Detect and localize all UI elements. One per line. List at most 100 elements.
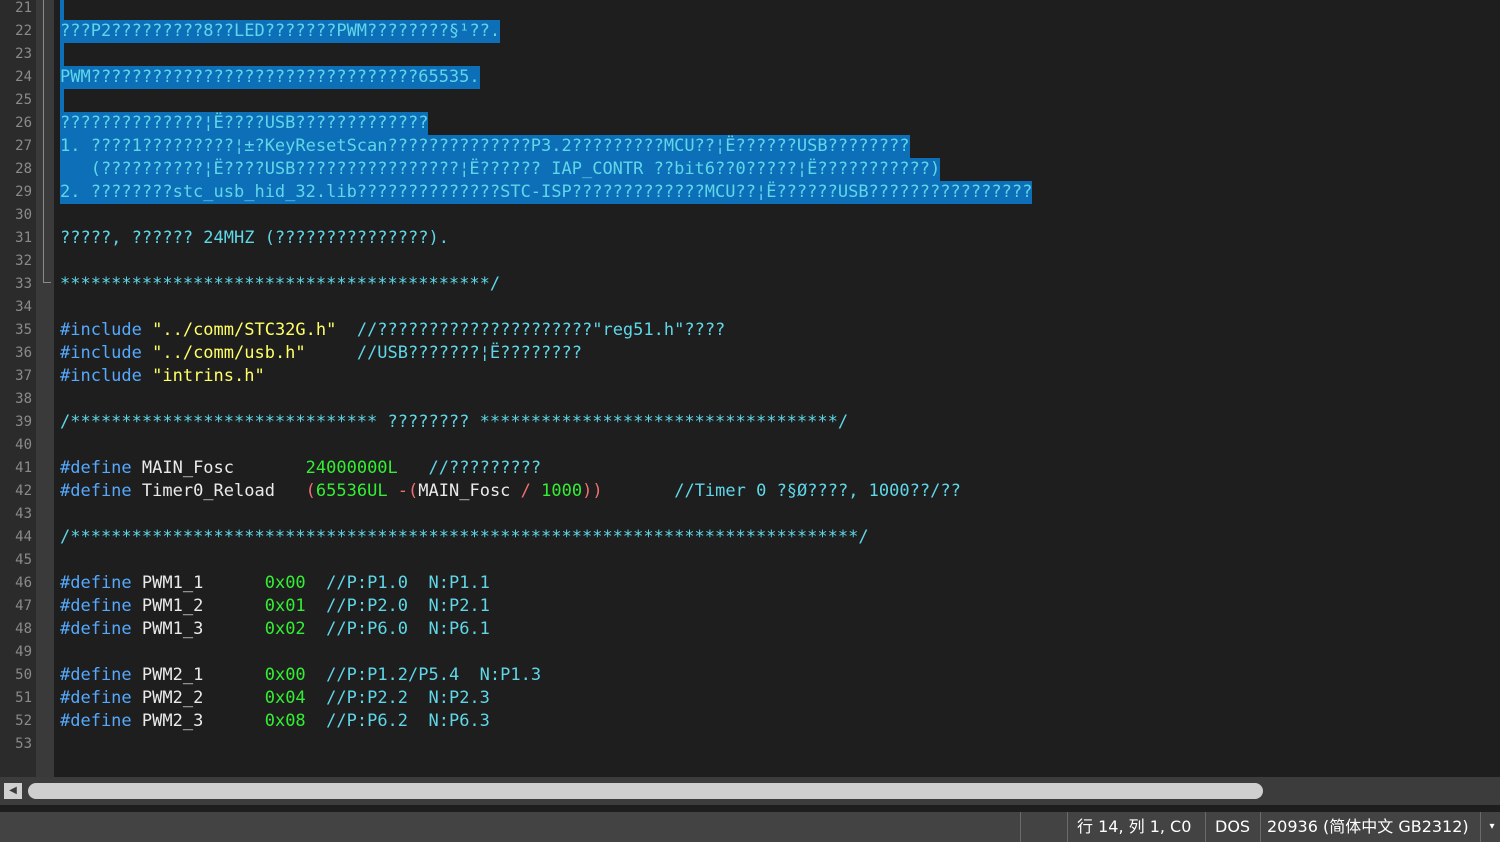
code-line[interactable]: 31 ?????, ?????? 24MHZ (???????????????). (0, 227, 1500, 250)
code-token: 0x04 (264, 688, 306, 708)
line-number: 51 (15, 690, 32, 706)
code-line[interactable]: 34 (0, 296, 1500, 319)
line-number: 39 (15, 414, 32, 430)
code-token: #define (60, 596, 142, 616)
code-line[interactable]: 26 ??????????????¦Ë????USB????????????? (0, 112, 1500, 135)
code-token: //P:P6.2 N:P6.3 (305, 711, 490, 731)
code-token: //P:P1.2/P5.4 N:P1.3 (305, 665, 542, 685)
code-text: #define MAIN_Fosc 24000000L //????????? (60, 457, 541, 480)
code-line[interactable]: 33 **************************************… (0, 273, 1500, 296)
code-token: 0x00 (264, 573, 306, 593)
line-number: 21 (15, 0, 32, 16)
code-token: 1. ????1?????????¦±?KeyResetScan????????… (60, 136, 910, 156)
code-token: #include (60, 320, 153, 340)
code-line[interactable]: 41 #define MAIN_Fosc 24000000L //????????… (0, 457, 1500, 480)
code-token: MAIN_Fosc (418, 481, 511, 501)
cursor-position[interactable]: 行 14, 列 1, C0 (1077, 812, 1191, 842)
code-line[interactable]: 51 #define PWM2_2 0x04 //P:P2.2 N:P2.3 (0, 687, 1500, 710)
code-text: ??????????????¦Ë????USB????????????? (60, 112, 429, 135)
code-line[interactable]: 32 (0, 250, 1500, 273)
code-token: ****************************************… (60, 274, 501, 294)
code-line[interactable]: 29 2. ????????stc_usb_hid_32.lib?????????… (0, 181, 1500, 204)
line-number: 34 (15, 299, 32, 315)
code-line[interactable]: 50 #define PWM2_1 0x00 //P:P1.2/P5.4 N:P1… (0, 664, 1500, 687)
code-token: #define (60, 619, 142, 639)
code-line[interactable]: 37 #include "intrins.h" (0, 365, 1500, 388)
code-line[interactable]: 36 #include "../comm/usb.h" //USB???????¦… (0, 342, 1500, 365)
selection-marker (60, 43, 64, 66)
code-token: //USB???????¦Ë???????? (305, 343, 582, 363)
code-text: #include "intrins.h" (60, 365, 265, 388)
line-ending-indicator[interactable]: DOS (1215, 812, 1250, 842)
code-text: /***************************************… (60, 526, 869, 549)
status-separator (1067, 812, 1068, 842)
code-token: ?????, ?????? 24MHZ (???????????????). (60, 228, 449, 248)
code-text: #include "../comm/STC32G.h" //??????????… (60, 319, 725, 342)
code-editor[interactable]: 21 22 ???P2?????????8??LED???????PWM??????… (0, 0, 1500, 777)
line-number: 29 (15, 184, 32, 200)
code-text: 2. ????????stc_usb_hid_32.lib???????????… (60, 181, 1033, 204)
code-line[interactable]: 22 ???P2?????????8??LED???????PWM????????… (0, 20, 1500, 43)
code-line[interactable]: 44 /*************************************… (0, 526, 1500, 549)
code-text: #define PWM1_2 0x01 //P:P2.0 N:P2.1 (60, 595, 490, 618)
line-number: 22 (15, 23, 32, 39)
line-number: 31 (15, 230, 32, 246)
code-line[interactable]: 25 (0, 89, 1500, 112)
code-token: #define (60, 688, 142, 708)
code-token: Timer0_Reload (141, 481, 306, 501)
code-token: )) (582, 481, 603, 501)
code-line[interactable]: 47 #define PWM1_2 0x01 //P:P2.0 N:P2.1 (0, 595, 1500, 618)
code-text: #include "../comm/usb.h" //USB???????¦Ë?… (60, 342, 582, 365)
line-number: 36 (15, 345, 32, 361)
line-number: 53 (15, 736, 32, 752)
code-line[interactable]: 30 (0, 204, 1500, 227)
encoding-indicator[interactable]: 20936 (简体中文 GB2312) (1267, 812, 1469, 842)
code-token: PWM1_2 (141, 596, 265, 616)
line-number: 44 (15, 529, 32, 545)
chevron-down-icon[interactable]: ▾ (1484, 812, 1500, 842)
line-number: 40 (15, 437, 32, 453)
code-token: "intrins.h" (152, 366, 265, 386)
code-token: 1000 (541, 481, 583, 501)
code-token: #include (60, 343, 153, 363)
code-line[interactable]: 40 (0, 434, 1500, 457)
code-line[interactable]: 24 PWM????????????????????????????????655… (0, 66, 1500, 89)
code-line[interactable]: 21 (0, 0, 1500, 20)
code-token: #define (60, 711, 142, 731)
code-text: ???P2?????????8??LED???????PWM????????§¹… (60, 20, 501, 43)
code-line[interactable]: 45 (0, 549, 1500, 572)
code-line[interactable]: 38 (0, 388, 1500, 411)
status-separator (1020, 812, 1021, 842)
code-token: /****************************** ????????… (60, 412, 849, 432)
code-token: 0x00 (264, 665, 306, 685)
code-line[interactable]: 53 (0, 733, 1500, 756)
line-number: 38 (15, 391, 32, 407)
scroll-left-arrow-icon[interactable]: ◀ (4, 783, 22, 799)
code-token: 0x08 (264, 711, 306, 731)
code-token: //P:P1.0 N:P1.1 (305, 573, 490, 593)
code-line[interactable]: 42 #define Timer0_Reload (65536UL -(MAIN_… (0, 480, 1500, 503)
code-line[interactable]: 35 #include "../comm/STC32G.h" //????????… (0, 319, 1500, 342)
code-text: ?????, ?????? 24MHZ (???????????????). (60, 227, 449, 250)
code-line[interactable]: 27 1. ????1?????????¦±?KeyResetScan??????… (0, 135, 1500, 158)
line-number: 23 (15, 46, 32, 62)
code-token: 0x02 (264, 619, 306, 639)
code-token: "../comm/STC32G.h" (152, 320, 337, 340)
code-line[interactable]: 46 #define PWM1_1 0x00 //P:P1.0 N:P1.1 (0, 572, 1500, 595)
code-token: 24000000L (305, 458, 398, 478)
code-token: //?????????????????????"reg51.h"???? (336, 320, 726, 340)
code-token: #define (60, 573, 142, 593)
code-line[interactable]: 43 (0, 503, 1500, 526)
code-line[interactable]: 48 #define PWM1_3 0x02 //P:P6.0 N:P6.1 (0, 618, 1500, 641)
code-line[interactable]: 52 #define PWM2_3 0x08 //P:P6.2 N:P6.3 (0, 710, 1500, 733)
code-line[interactable]: 23 (0, 43, 1500, 66)
horizontal-scrollbar[interactable]: ◀ (0, 777, 1500, 805)
line-number: 47 (15, 598, 32, 614)
code-line[interactable]: 39 /****************************** ??????… (0, 411, 1500, 434)
code-line[interactable]: 49 (0, 641, 1500, 664)
code-token: #include (60, 366, 153, 386)
scrollbar-thumb[interactable] (28, 783, 1263, 799)
code-text: #define PWM1_1 0x00 //P:P1.0 N:P1.1 (60, 572, 490, 595)
code-line[interactable]: 28 (??????????¦Ë????USB????????????????¦… (0, 158, 1500, 181)
line-number: 26 (15, 115, 32, 131)
